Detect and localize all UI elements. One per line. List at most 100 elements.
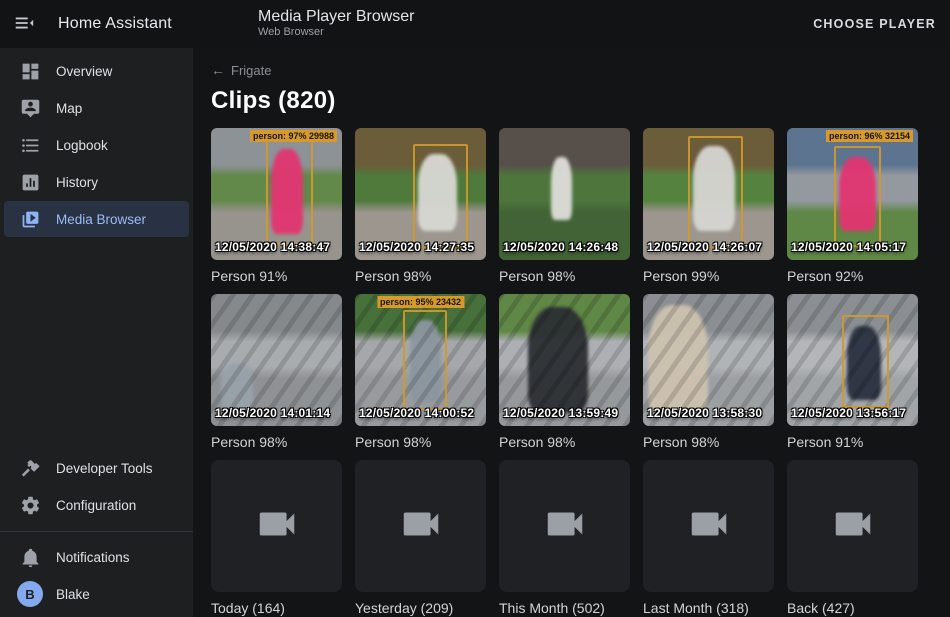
media-browser-content: ← Frigate Clips (820) person: 97% 29988 …: [193, 48, 950, 617]
sidebar-item-label: Logbook: [56, 138, 108, 153]
detection-chip: person: 95% 23432: [377, 296, 464, 308]
clip-timestamp: 12/05/2020 13:59:49: [503, 406, 618, 420]
folder-card-yesterday[interactable]: Yesterday (209): [355, 460, 486, 617]
clip-thumbnail: 12/05/2020 14:26:07: [643, 128, 774, 260]
menu-open-icon: [13, 12, 35, 37]
video-camera-icon: [542, 501, 588, 552]
hammer-icon: [4, 458, 56, 479]
clip-timestamp: 12/05/2020 14:27:35: [359, 240, 474, 254]
folder-tile: [643, 460, 774, 592]
back-arrow-icon: ←: [211, 62, 225, 78]
clip-thumbnail: person: 95% 23432 12/05/2020 14:00:52: [355, 294, 486, 426]
detection-bbox: [688, 136, 743, 250]
home-assistant-app: Home Assistant Media Player Browser Web …: [0, 0, 950, 617]
clip-caption: Person 91%: [787, 433, 918, 451]
clip-card[interactable]: 12/05/2020 14:26:48 Person 98%: [499, 128, 630, 285]
clip-caption: Person 98%: [499, 267, 630, 285]
clip-caption: Person 98%: [211, 433, 342, 451]
clip-thumbnail: 12/05/2020 13:58:30: [643, 294, 774, 426]
detection-bbox: [266, 137, 313, 245]
sidebar-item-history[interactable]: History: [4, 164, 189, 200]
person-figure: [528, 307, 588, 413]
clip-thumbnail: person: 96% 32154 12/05/2020 14:05:17: [787, 128, 918, 260]
folder-card-last-month[interactable]: Last Month (318): [643, 460, 774, 617]
folder-label: This Month (502): [499, 599, 630, 617]
clip-card[interactable]: person: 96% 32154 12/05/2020 14:05:17 Pe…: [787, 128, 918, 285]
video-camera-icon: [686, 501, 732, 552]
play-box-multiple-icon: [4, 209, 56, 230]
sidebar-item-developer-tools[interactable]: Developer Tools: [4, 450, 189, 486]
sidebar-toggle-button[interactable]: [0, 0, 48, 48]
sidebar-item-logbook[interactable]: Logbook: [4, 127, 189, 163]
sidebar-item-label: Notifications: [56, 550, 130, 565]
folder-card-this-month[interactable]: This Month (502): [499, 460, 630, 617]
breadcrumb-back-frigate[interactable]: ← Frigate: [211, 62, 271, 78]
folder-tile: [787, 460, 918, 592]
sidebar-item-label: History: [56, 175, 98, 190]
app-title: Home Assistant: [58, 15, 172, 33]
detection-bbox: [834, 146, 881, 246]
clip-thumbnail: 12/05/2020 14:26:48: [499, 128, 630, 260]
video-camera-icon: [254, 501, 300, 552]
clip-caption: Person 99%: [643, 267, 774, 285]
folder-card-today[interactable]: Today (164): [211, 460, 342, 617]
page-subtitle: Web Browser: [258, 26, 415, 39]
page-header: Media Player Browser Web Browser: [258, 7, 415, 39]
detection-chip: person: 97% 29988: [250, 130, 337, 142]
sidebar-item-media-browser[interactable]: Media Browser: [4, 201, 189, 237]
sidebar-item-label: Media Browser: [56, 212, 146, 227]
clip-caption: Person 98%: [643, 433, 774, 451]
clip-card[interactable]: person: 97% 29988 12/05/2020 14:38:47 Pe…: [211, 128, 342, 285]
map-account-icon: [4, 98, 56, 119]
clip-thumbnail: person: 97% 29988 12/05/2020 14:38:47: [211, 128, 342, 260]
clip-timestamp: 12/05/2020 14:26:07: [647, 240, 762, 254]
clip-thumbnail: 12/05/2020 14:01:14: [211, 294, 342, 426]
clip-timestamp: 12/05/2020 14:26:48: [503, 240, 618, 254]
detection-bbox: [403, 310, 446, 410]
bell-icon: [4, 547, 56, 568]
sidebar-item-map[interactable]: Map: [4, 90, 189, 126]
clip-thumbnail: 12/05/2020 14:27:35: [355, 128, 486, 260]
folder-tile: [355, 460, 486, 592]
chart-box-icon: [4, 172, 56, 193]
clip-timestamp: 12/05/2020 13:58:30: [647, 406, 762, 420]
clip-caption: Person 98%: [499, 433, 630, 451]
folder-label: Today (164): [211, 599, 342, 617]
sidebar-item-label: Configuration: [56, 498, 136, 513]
clip-card[interactable]: 12/05/2020 13:56:17 Person 91%: [787, 294, 918, 451]
detection-bbox: [842, 315, 889, 407]
folder-card-back[interactable]: Back (427): [787, 460, 918, 617]
sidebar-item-notifications[interactable]: Notifications: [4, 539, 189, 575]
clip-card[interactable]: person: 95% 23432 12/05/2020 14:00:52 Pe…: [355, 294, 486, 451]
folder-tile: [499, 460, 630, 592]
sidebar-spacer: [0, 238, 193, 450]
person-figure: [551, 157, 572, 220]
folder-label: Back (427): [787, 599, 918, 617]
breadcrumb-label: Frigate: [231, 63, 271, 78]
clip-caption: Person 98%: [355, 433, 486, 451]
clip-card[interactable]: 12/05/2020 14:27:35 Person 98%: [355, 128, 486, 285]
user-name-label: Blake: [56, 587, 90, 602]
clip-caption: Person 92%: [787, 267, 918, 285]
sidebar-item-label: Developer Tools: [56, 461, 153, 476]
sidebar-item-user-profile[interactable]: B Blake: [4, 576, 189, 612]
view-dashboard-icon: [4, 61, 56, 82]
clip-card[interactable]: 12/05/2020 14:01:14 Person 98%: [211, 294, 342, 451]
folder-label: Last Month (318): [643, 599, 774, 617]
clip-card[interactable]: 12/05/2020 13:58:30 Person 98%: [643, 294, 774, 451]
choose-player-button[interactable]: CHOOSE PLAYER: [813, 0, 936, 48]
clip-timestamp: 12/05/2020 14:05:17: [791, 240, 906, 254]
sidebar-item-label: Map: [56, 101, 82, 116]
video-camera-icon: [398, 501, 444, 552]
folder-label: Yesterday (209): [355, 599, 486, 617]
sidebar: Overview Map Logbook History Media Brows…: [0, 48, 193, 617]
clip-card[interactable]: 12/05/2020 14:26:07 Person 99%: [643, 128, 774, 285]
person-figure: [221, 363, 252, 411]
clip-timestamp: 12/05/2020 14:01:14: [215, 406, 330, 420]
clip-thumbnail: 12/05/2020 13:59:49: [499, 294, 630, 426]
sidebar-item-overview[interactable]: Overview: [4, 53, 189, 89]
sidebar-item-configuration[interactable]: Configuration: [4, 487, 189, 523]
clip-caption: Person 91%: [211, 267, 342, 285]
clip-card[interactable]: 12/05/2020 13:59:49 Person 98%: [499, 294, 630, 451]
gear-icon: [4, 495, 56, 516]
